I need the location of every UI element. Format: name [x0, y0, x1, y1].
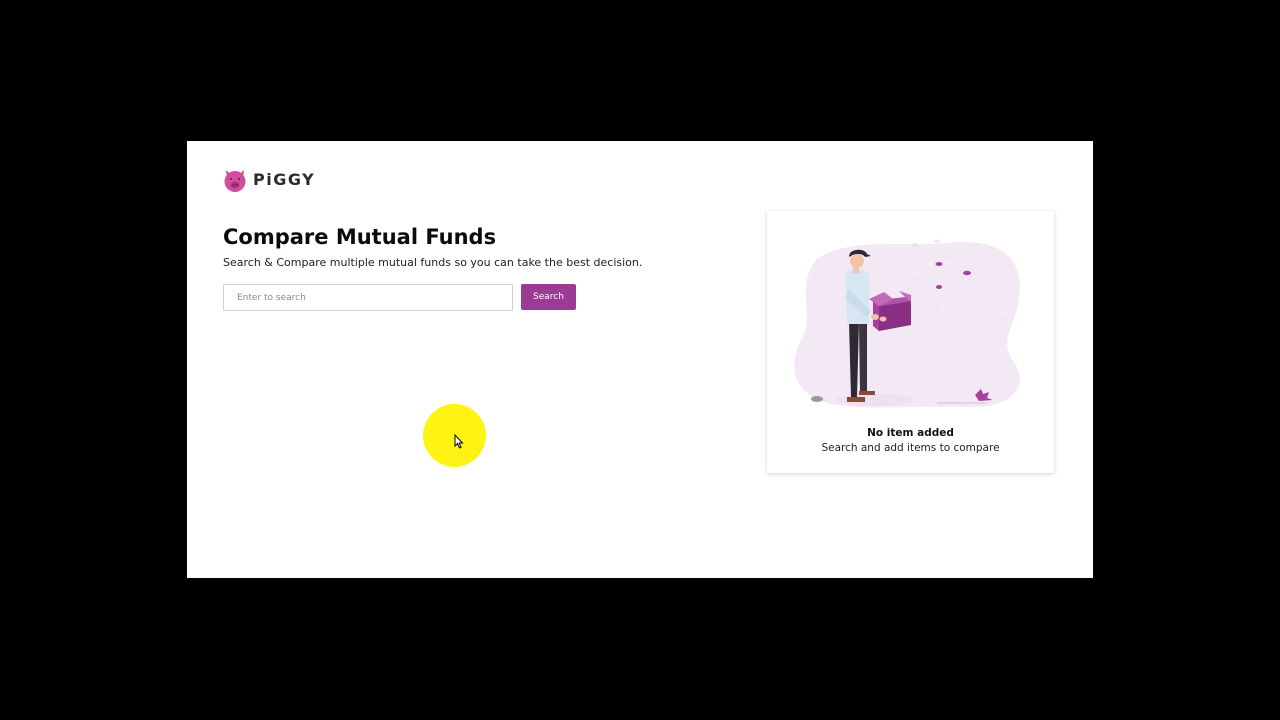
search-button[interactable]: Search	[521, 284, 576, 310]
empty-box-illustration	[794, 239, 1021, 408]
piggy-logo[interactable]: PiGGY	[223, 167, 315, 193]
empty-state-title: No item added	[867, 427, 954, 439]
page-title: Compare Mutual Funds	[223, 225, 497, 249]
piggy-logo-icon	[224, 170, 246, 192]
app-window: PiGGY Compare Mutual Funds Search & Comp…	[187, 141, 1093, 578]
mouse-pointer-icon	[454, 434, 464, 449]
logo-wordmark: PiGGY	[253, 170, 316, 189]
search-input[interactable]	[223, 284, 513, 311]
compare-panel: No item added Search and add items to co…	[767, 211, 1054, 473]
page-subtitle: Search & Compare multiple mutual funds s…	[223, 256, 643, 269]
empty-state-subtitle: Search and add items to compare	[821, 442, 1000, 454]
